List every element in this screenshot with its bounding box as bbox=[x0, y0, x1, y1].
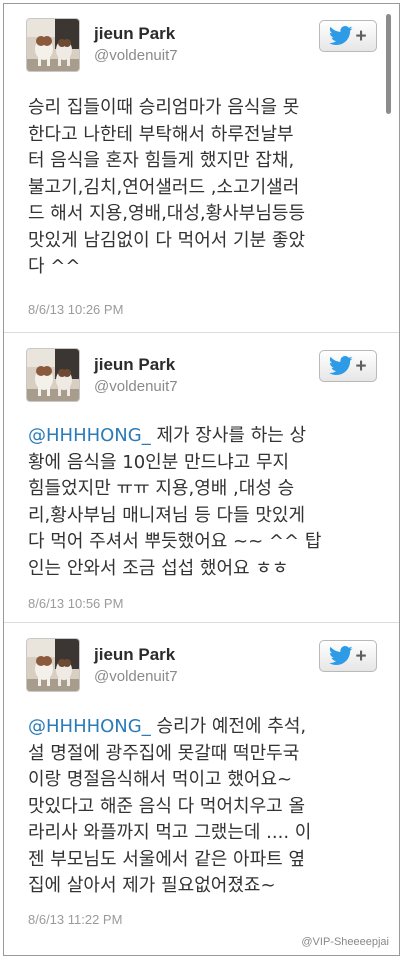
tweet-text-line: 맛있다고 해준 음식 다 먹어치우고 올 bbox=[28, 795, 306, 817]
tweet-text-line: 리,황사부님 매니져님 등 다들 맛있게 bbox=[28, 504, 306, 526]
tweet-text-line: 드 해서 지용,영배,대성,황사부님등등 bbox=[28, 203, 306, 224]
follow-plus-label: + bbox=[355, 25, 367, 47]
tweet-text-line: 설 명절에 광주집에 못갈때 떡만두국 bbox=[28, 742, 300, 764]
twitter-bird-icon bbox=[329, 26, 354, 45]
tweet-text-line: 힘들었지만 ㅠㅠ 지용,영배 ,대성 승 bbox=[28, 478, 295, 499]
user-avatar[interactable] bbox=[26, 18, 80, 72]
tweet-text-line: 한다고 나한테 부탁해서 하루전날부 bbox=[28, 123, 294, 145]
user-display-name[interactable]: jieun Park bbox=[94, 24, 175, 44]
tweet-text-line: 맛있게 남김없이 다 먹어서 기분 좋았 bbox=[28, 229, 306, 251]
tweet-timestamp[interactable]: 8/6/13 10:56 PM bbox=[28, 596, 123, 611]
tweet-text-line: 다 먹어 주셔서 뿌듯했어요 ~~ ^^ 탑 bbox=[28, 531, 322, 552]
user-avatar[interactable] bbox=[26, 348, 80, 402]
user-handle[interactable]: @voldenuit7 bbox=[94, 668, 178, 685]
tweet-text-line: @HHHHONG_ 제가 장사를 하는 상 bbox=[28, 423, 377, 450]
mention-link[interactable]: @HHHHONG_ bbox=[28, 716, 151, 737]
tweet-text-line: 젠 부모님도 서울에서 같은 아파트 옆 bbox=[28, 848, 306, 870]
user-handle[interactable]: @voldenuit7 bbox=[94, 378, 178, 395]
twitter-bird-icon bbox=[329, 646, 354, 665]
tweet-text-line: 불고기,김치,연어샐러드 ,소고기샐러 bbox=[28, 176, 300, 198]
user-avatar[interactable] bbox=[26, 638, 80, 692]
tweet-screenshot-frame: jieun Park @voldenuit7 + 승리 집들이때 승리엄마가 음… bbox=[3, 3, 400, 956]
follow-button[interactable]: + bbox=[319, 640, 377, 672]
user-display-name[interactable]: jieun Park bbox=[94, 645, 175, 665]
tweet-text-line: 황에 음식을 10인분 만드냐고 무지 bbox=[28, 451, 290, 473]
tweet-text-line: @HHHHONG_ 승리가 예전에 추석, bbox=[28, 714, 377, 741]
follow-plus-label: + bbox=[355, 645, 367, 667]
user-display-name[interactable]: jieun Park bbox=[94, 355, 175, 375]
tweet-text: @HHHHONG_ 제가 장사를 하는 상 황에 음식을 10인분 만드냐고 무… bbox=[28, 423, 377, 582]
tweet-text-line: 집에 살아서 제가 필요없어졌죠~ bbox=[28, 875, 276, 896]
scrollbar-thumb[interactable] bbox=[386, 14, 391, 114]
tweet-text-segment: 승리가 예전에 추석, bbox=[150, 716, 307, 737]
follow-button[interactable]: + bbox=[319, 20, 377, 52]
follow-plus-label: + bbox=[355, 355, 367, 377]
tweet-text-line: 승리 집들이때 승리엄마가 음식을 못 bbox=[28, 97, 300, 118]
follow-button[interactable]: + bbox=[319, 350, 377, 382]
mention-link[interactable]: @HHHHONG_ bbox=[28, 425, 151, 446]
tweet-timestamp[interactable]: 8/6/13 10:26 PM bbox=[28, 302, 123, 317]
tweet-text-line: 이랑 명절음식해서 먹이고 했어요~ bbox=[28, 769, 293, 790]
tweet-text-line: 인는 안와서 조금 섭섭 했어요 ㅎㅎ bbox=[28, 557, 289, 579]
tweet-card: jieun Park @voldenuit7 + @HHHHONG_ 승리가 예… bbox=[4, 622, 399, 955]
tweet-text-line: 다 ^^ bbox=[28, 256, 81, 277]
twitter-bird-icon bbox=[329, 356, 354, 375]
tweet-timestamp[interactable]: 8/6/13 11:22 PM bbox=[28, 912, 122, 927]
user-handle[interactable]: @voldenuit7 bbox=[94, 47, 178, 64]
watermark: @VIP-Sheeeepjai bbox=[301, 936, 389, 948]
tweet-text: @HHHHONG_ 승리가 예전에 추석, 설 명절에 광주집에 못갈때 떡만두… bbox=[28, 714, 377, 900]
tweet-card: jieun Park @voldenuit7 + @HHHHONG_ 제가 장사… bbox=[4, 332, 399, 623]
tweet-text: 승리 집들이때 승리엄마가 음식을 못 한다고 나한테 부탁해서 하루전날부 터… bbox=[28, 95, 377, 281]
tweet-text-line: 라리사 와플까지 먹고 그랬는데 .... 이 bbox=[28, 822, 312, 843]
tweet-card: jieun Park @voldenuit7 + 승리 집들이때 승리엄마가 음… bbox=[4, 4, 399, 332]
tweet-text-line: 터 음식을 혼자 힘들게 했지만 잡채, bbox=[28, 150, 295, 171]
tweet-text-segment: 제가 장사를 하는 상 bbox=[150, 425, 307, 446]
